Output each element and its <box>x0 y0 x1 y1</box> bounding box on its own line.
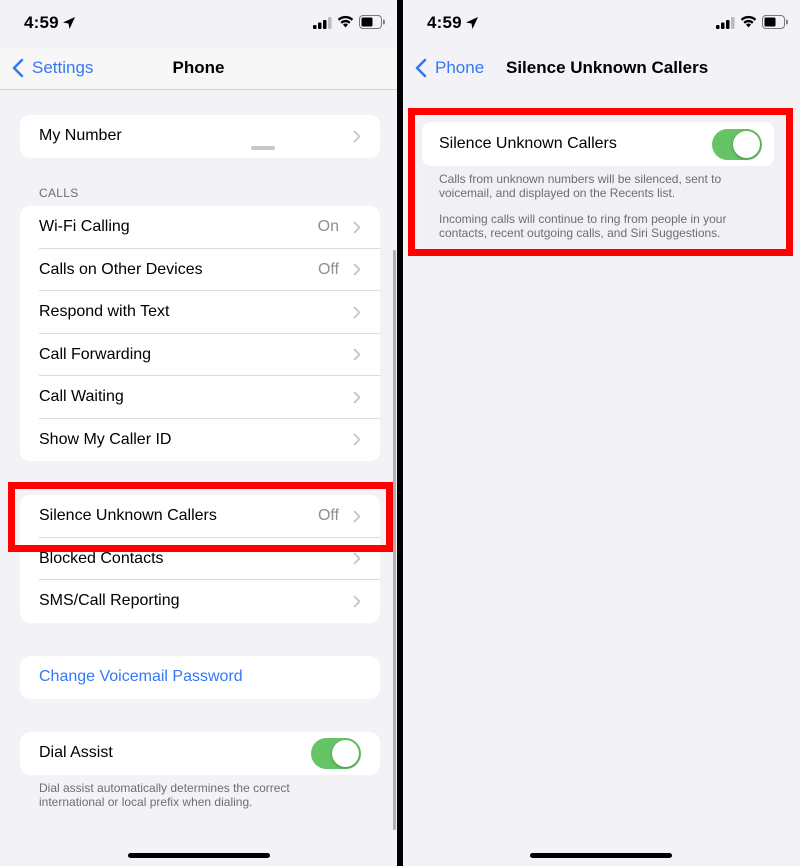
calls-section-header: CALLS <box>39 186 79 200</box>
home-indicator <box>128 853 270 858</box>
wifi-calling-row[interactable]: Wi-Fi Calling On <box>20 206 380 249</box>
chevron-right-icon <box>353 595 361 608</box>
my-number-label: My Number <box>39 127 122 145</box>
chevron-right-icon <box>353 306 361 319</box>
respond-with-text-label: Respond with Text <box>39 303 170 321</box>
sms-call-reporting-label: SMS/Call Reporting <box>39 592 180 610</box>
calls-on-other-devices-row[interactable]: Calls on Other Devices Off <box>20 249 380 292</box>
page-title: Phone <box>172 58 225 77</box>
call-waiting-label: Call Waiting <box>39 388 124 406</box>
battery-icon <box>762 15 788 29</box>
voicemail-group: Change Voicemail Password <box>20 656 380 699</box>
chevron-left-icon <box>415 58 427 78</box>
wifi-icon <box>337 15 354 28</box>
blocked-contacts-label: Blocked Contacts <box>39 549 164 567</box>
battery-icon <box>359 15 385 29</box>
page-title: Silence Unknown Callers <box>506 58 709 77</box>
call-forwarding-row[interactable]: Call Forwarding <box>20 334 380 377</box>
change-voicemail-password-link[interactable]: Change Voicemail Password <box>20 656 380 699</box>
back-button-label: Phone <box>435 58 485 77</box>
cellular-signal-icon <box>716 17 735 29</box>
scrollbar[interactable] <box>393 250 396 830</box>
sheet-grabber <box>251 146 275 150</box>
home-indicator <box>530 853 672 858</box>
call-waiting-row[interactable]: Call Waiting <box>20 376 380 419</box>
calls-group: Wi-Fi Calling On Calls on Other Devices … <box>20 206 380 461</box>
phone-settings-screen: 4:59 Settings Phone My Number CALLS Wi-F… <box>0 0 397 866</box>
chevron-right-icon <box>353 552 361 565</box>
calls-on-other-devices-label: Calls on Other Devices <box>39 260 203 278</box>
wifi-icon <box>740 15 757 28</box>
my-number-row[interactable]: My Number <box>20 115 380 158</box>
my-number-group: My Number <box>20 115 380 158</box>
call-forwarding-label: Call Forwarding <box>39 345 152 363</box>
cellular-signal-icon <box>313 17 332 29</box>
wifi-calling-value: On <box>317 218 339 236</box>
dial-assist-footer: Dial assist automatically determines the… <box>39 781 290 809</box>
back-button[interactable]: Phone <box>415 58 484 78</box>
status-time: 4:59 <box>427 13 462 32</box>
chevron-right-icon <box>353 433 361 446</box>
show-my-caller-id-row[interactable]: Show My Caller ID <box>20 419 380 462</box>
calls-on-other-devices-value: Off <box>317 260 339 278</box>
respond-with-text-row[interactable]: Respond with Text <box>20 291 380 334</box>
navigation-bar: Settings Phone <box>0 48 397 90</box>
highlight-box-right <box>408 108 793 256</box>
chevron-right-icon <box>353 130 361 143</box>
location-arrow-icon <box>63 17 75 29</box>
status-time: 4:59 <box>24 13 59 32</box>
dial-assist-group: Dial Assist <box>20 732 380 775</box>
show-my-caller-id-label: Show My Caller ID <box>39 430 172 448</box>
sms-call-reporting-row[interactable]: SMS/Call Reporting <box>20 580 380 623</box>
chevron-right-icon <box>353 263 361 276</box>
status-bar: 4:59 <box>403 0 800 48</box>
navigation-bar: Phone Silence Unknown Callers <box>403 48 800 90</box>
chevron-right-icon <box>353 221 361 234</box>
chevron-right-icon <box>353 348 361 361</box>
highlight-box-left <box>8 482 393 552</box>
wifi-calling-label: Wi-Fi Calling <box>39 218 130 236</box>
dial-assist-toggle[interactable] <box>311 738 361 769</box>
location-arrow-icon <box>466 17 478 29</box>
status-bar: 4:59 <box>0 0 397 48</box>
chevron-right-icon <box>353 391 361 404</box>
change-voicemail-password-label: Change Voicemail Password <box>39 668 243 686</box>
